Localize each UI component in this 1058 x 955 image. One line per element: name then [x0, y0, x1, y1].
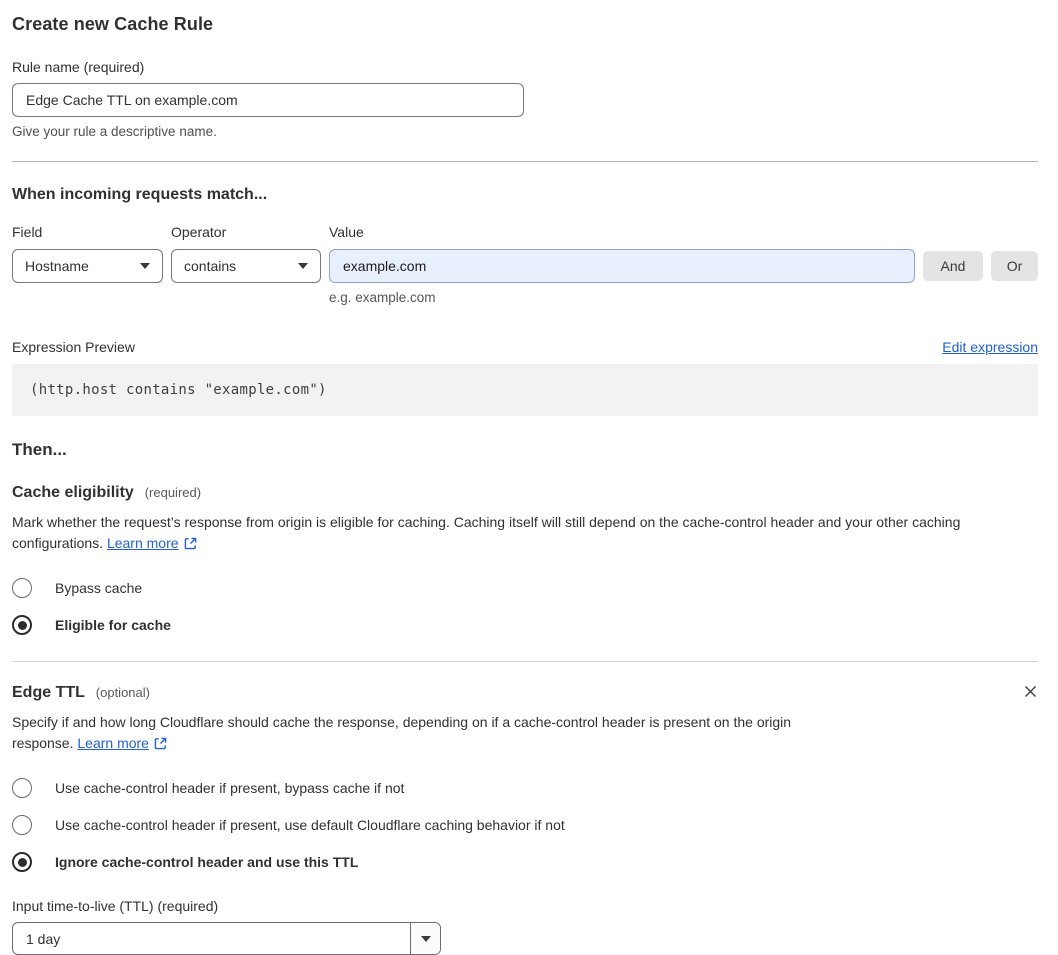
chevron-down-icon	[140, 263, 150, 269]
radio-option-bypass-cache[interactable]: Bypass cache	[12, 578, 1038, 598]
ttl-select[interactable]: 1 day	[12, 922, 441, 955]
external-link-icon	[184, 535, 197, 556]
expression-preview-label: Expression Preview	[12, 339, 135, 355]
value-input[interactable]	[329, 249, 915, 283]
matcher-heading: When incoming requests match...	[12, 186, 268, 203]
value-label: Value	[329, 224, 364, 240]
or-button[interactable]: Or	[991, 251, 1038, 281]
field-select[interactable]: Hostname	[12, 249, 163, 283]
value-helper: e.g. example.com	[329, 290, 436, 305]
chevron-down-icon	[298, 263, 308, 269]
learn-more-link[interactable]: Learn more	[77, 735, 149, 751]
edge-ttl-heading: Edge TTL	[12, 684, 85, 701]
radio-selected-icon[interactable]	[12, 615, 32, 635]
chevron-down-icon	[420, 935, 431, 942]
cache-eligibility-section: Cache eligibility (required) Mark whethe…	[12, 484, 1038, 635]
cache-eligibility-description: Mark whether the request’s response from…	[12, 512, 1038, 556]
ttl-label: Input time-to-live (TTL) (required)	[12, 898, 219, 914]
field-select-value: Hostname	[25, 258, 89, 274]
radio-icon[interactable]	[12, 578, 32, 598]
operator-select[interactable]: contains	[171, 249, 321, 283]
learn-more-link[interactable]: Learn more	[107, 535, 179, 551]
and-button[interactable]: And	[923, 251, 983, 281]
then-heading: Then...	[12, 440, 67, 459]
radio-selected-icon[interactable]	[12, 852, 32, 872]
create-cache-rule-form: Create new Cache Rule Rule name (require…	[12, 14, 1038, 955]
divider	[12, 161, 1038, 162]
close-icon[interactable]	[1023, 684, 1038, 701]
ttl-select-arrow-button[interactable]	[410, 923, 440, 954]
expression-preview-block: (http.host contains "example.com")	[12, 364, 1038, 416]
operator-select-value: contains	[184, 258, 237, 274]
radio-icon[interactable]	[12, 815, 32, 835]
radio-label: Bypass cache	[55, 580, 143, 596]
edge-ttl-description: Specify if and how long Cloudflare shoul…	[12, 712, 844, 756]
radio-label: Ignore cache-control header and use this…	[55, 854, 359, 870]
field-label: Field	[12, 224, 43, 240]
radio-label: Eligible for cache	[55, 617, 171, 633]
optional-badge: (optional)	[95, 685, 150, 700]
operator-label: Operator	[171, 224, 227, 240]
radio-option-eligible-for-cache[interactable]: Eligible for cache	[12, 615, 1038, 635]
required-badge: (required)	[144, 485, 202, 500]
rule-name-input[interactable]	[12, 83, 524, 117]
expression-preview-row: Expression Preview Edit expression	[12, 339, 1038, 355]
matcher-row: Field Operator Value Hostname contains A…	[12, 224, 1038, 305]
ttl-select-value: 1 day	[26, 930, 61, 947]
rule-name-helper: Give your rule a descriptive name.	[12, 124, 217, 139]
radio-option-use-header-bypass[interactable]: Use cache-control header if present, byp…	[12, 778, 1038, 798]
radio-option-ignore-header-ttl[interactable]: Ignore cache-control header and use this…	[12, 852, 1038, 872]
radio-icon[interactable]	[12, 778, 32, 798]
edge-ttl-section: Edge TTL (optional) Specify if and how l…	[12, 684, 1038, 955]
divider	[12, 661, 1038, 662]
edit-expression-link[interactable]: Edit expression	[942, 339, 1038, 355]
radio-label: Use cache-control header if present, use…	[55, 817, 565, 833]
page-title: Create new Cache Rule	[12, 14, 214, 34]
rule-name-label: Rule name (required)	[12, 59, 145, 75]
cache-eligibility-heading: Cache eligibility	[12, 484, 134, 501]
external-link-icon	[154, 735, 167, 756]
radio-label: Use cache-control header if present, byp…	[55, 780, 405, 796]
radio-option-use-header-default[interactable]: Use cache-control header if present, use…	[12, 815, 1038, 835]
